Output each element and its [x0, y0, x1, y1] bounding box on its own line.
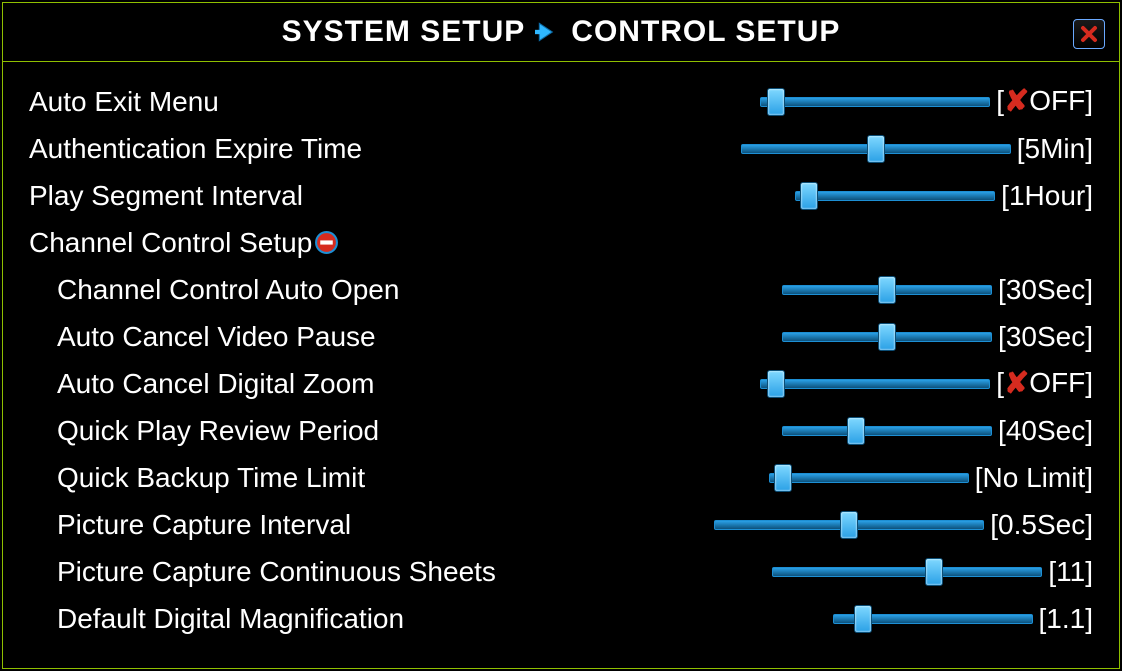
label-auth-expire: Authentication Expire Time	[29, 133, 362, 165]
label-quick-backup-limit: Quick Backup Time Limit	[29, 462, 365, 494]
label-pic-capture-sheets: Picture Capture Continuous Sheets	[29, 556, 496, 588]
value-default-digital-mag: [1.1]	[1039, 603, 1094, 635]
breadcrumb-parent[interactable]: SYSTEM SETUP	[282, 15, 526, 49]
breadcrumb-current: CONTROL SETUP	[571, 15, 840, 49]
value-auto-cancel-zoom: [✘OFF]	[996, 366, 1093, 401]
label-auto-exit-menu: Auto Exit Menu	[29, 86, 219, 118]
value-pic-capture-interval: [0.5Sec]	[990, 509, 1093, 541]
row-auto-cancel-zoom: Auto Cancel Digital Zoom [✘OFF]	[29, 360, 1093, 407]
slider-play-segment[interactable]	[795, 183, 995, 209]
slider-default-digital-mag[interactable]	[833, 606, 1033, 632]
close-button[interactable]	[1073, 19, 1105, 49]
row-pic-capture-sheets: Picture Capture Continuous Sheets [11]	[29, 548, 1093, 595]
close-icon	[1079, 24, 1099, 44]
value-auto-exit-menu: [✘OFF]	[996, 84, 1093, 119]
value-chan-auto-open: [30Sec]	[998, 274, 1093, 306]
control-setup-window: SYSTEM SETUP CONTROL SETUP Auto Exit Men…	[2, 2, 1120, 669]
row-pic-capture-interval: Picture Capture Interval [0.5Sec]	[29, 501, 1093, 548]
label-auto-cancel-pause: Auto Cancel Video Pause	[29, 321, 376, 353]
row-chan-auto-open: Channel Control Auto Open [30Sec]	[29, 266, 1093, 313]
settings-list: Auto Exit Menu [✘OFF] Authentication Exp…	[3, 62, 1119, 642]
value-auth-expire: [5Min]	[1017, 133, 1093, 165]
row-channel-control-setup-group: Channel Control Setup	[29, 219, 1093, 266]
value-pic-capture-sheets: [11]	[1048, 556, 1093, 588]
slider-pic-capture-sheets[interactable]	[772, 559, 1042, 585]
label-auto-cancel-zoom: Auto Cancel Digital Zoom	[29, 368, 374, 400]
label-pic-capture-interval: Picture Capture Interval	[29, 509, 351, 541]
row-default-digital-mag: Default Digital Magnification [1.1]	[29, 595, 1093, 642]
label-channel-control-setup[interactable]: Channel Control Setup	[29, 227, 312, 259]
slider-auth-expire[interactable]	[741, 136, 1011, 162]
chevron-right-icon	[535, 19, 561, 45]
value-quick-play-review: [40Sec]	[998, 415, 1093, 447]
label-quick-play-review: Quick Play Review Period	[29, 415, 379, 447]
row-auth-expire: Authentication Expire Time [5Min]	[29, 125, 1093, 172]
slider-auto-exit-menu[interactable]	[760, 89, 990, 115]
titlebar: SYSTEM SETUP CONTROL SETUP	[3, 3, 1119, 62]
row-auto-exit-menu: Auto Exit Menu [✘OFF]	[29, 78, 1093, 125]
row-auto-cancel-pause: Auto Cancel Video Pause [30Sec]	[29, 313, 1093, 360]
slider-chan-auto-open[interactable]	[782, 277, 992, 303]
row-play-segment: Play Segment Interval [1Hour]	[29, 172, 1093, 219]
value-auto-cancel-pause: [30Sec]	[998, 321, 1093, 353]
slider-quick-backup-limit[interactable]	[769, 465, 969, 491]
slider-auto-cancel-zoom[interactable]	[760, 371, 990, 397]
value-quick-backup-limit: [No Limit]	[975, 462, 1093, 494]
slider-pic-capture-interval[interactable]	[714, 512, 984, 538]
slider-auto-cancel-pause[interactable]	[782, 324, 992, 350]
slider-quick-play-review[interactable]	[782, 418, 992, 444]
collapse-icon[interactable]	[314, 230, 339, 255]
label-chan-auto-open: Channel Control Auto Open	[29, 274, 399, 306]
label-default-digital-mag: Default Digital Magnification	[29, 603, 404, 635]
label-play-segment: Play Segment Interval	[29, 180, 303, 212]
row-quick-play-review: Quick Play Review Period [40Sec]	[29, 407, 1093, 454]
row-quick-backup-limit: Quick Backup Time Limit [No Limit]	[29, 454, 1093, 501]
breadcrumb: SYSTEM SETUP CONTROL SETUP	[282, 15, 841, 49]
value-play-segment: [1Hour]	[1001, 180, 1093, 212]
